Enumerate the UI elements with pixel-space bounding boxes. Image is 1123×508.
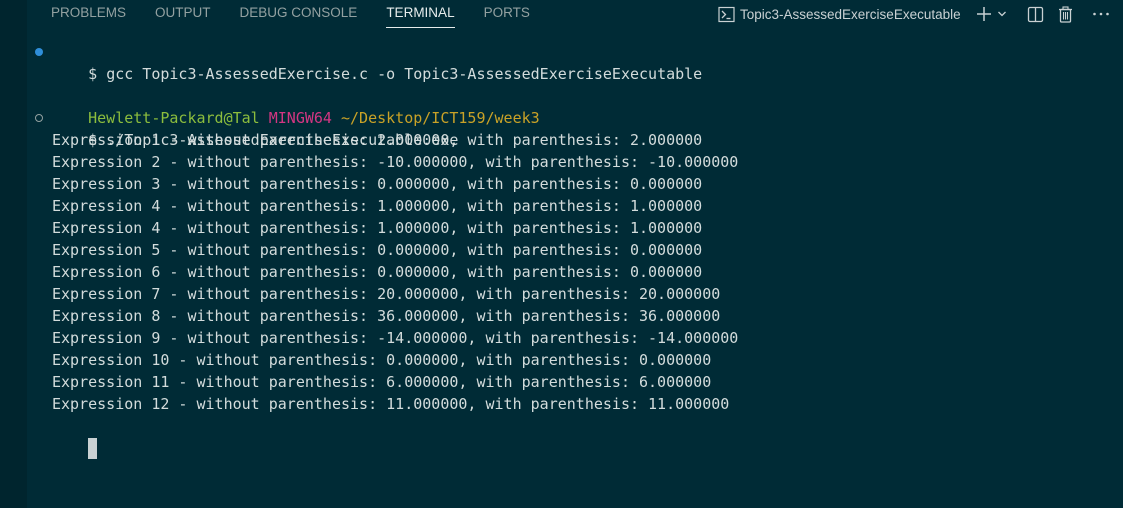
terminal-cursor	[88, 438, 98, 459]
command-pending-decoration[interactable]	[35, 114, 43, 122]
tab-output[interactable]: OUTPUT	[155, 0, 211, 27]
output-line: Expression 8 - without parenthesis: 36.0…	[52, 307, 721, 325]
split-terminal-icon	[1027, 6, 1044, 23]
output-line: Expression 1 - without parenthesis: 2.00…	[52, 131, 703, 149]
terminal-actions: Topic3-AssessedExerciseExecutable	[718, 0, 1110, 28]
tab-debug-console[interactable]: DEBUG CONSOLE	[240, 0, 358, 27]
output-line: Expression 6 - without parenthesis: 0.00…	[52, 263, 703, 281]
kill-terminal-button[interactable]	[1058, 5, 1073, 23]
output-line: Expression 5 - without parenthesis: 0.00…	[52, 241, 703, 259]
new-terminal-button[interactable]	[976, 6, 992, 22]
prompt-header: Hewlett-Packard@Tal MINGW64 ~/Desktop/IC…	[27, 85, 1123, 127]
output-line: Expression 11 - without parenthesis: 6.0…	[52, 373, 712, 391]
ellipsis-icon	[1092, 11, 1110, 17]
output-line: Expression 7 - without parenthesis: 20.0…	[52, 285, 721, 303]
tab-terminal[interactable]: TERMINAL	[386, 0, 455, 28]
command-line: $ gcc Topic3-AssessedExercise.c -o Topic…	[27, 41, 1123, 83]
panel-header: PROBLEMS OUTPUT DEBUG CONSOLE TERMINAL P…	[27, 0, 1123, 28]
terminal-instance-button[interactable]: Topic3-AssessedExerciseExecutable	[718, 6, 961, 23]
output-line: Expression 4 - without parenthesis: 1.00…	[52, 197, 703, 215]
trash-icon	[1058, 5, 1073, 23]
split-terminal-button[interactable]	[1027, 6, 1044, 23]
output-line: Expression 2 - without parenthesis: -10.…	[52, 153, 739, 171]
terminal-instance-name: Topic3-AssessedExerciseExecutable	[740, 6, 961, 22]
launch-profile-dropdown[interactable]	[997, 9, 1007, 19]
left-gutter	[0, 0, 27, 508]
output-line: Expression 12 - without parenthesis: 11.…	[52, 395, 730, 413]
output-line: Expression 3 - without parenthesis: 0.00…	[52, 175, 703, 193]
command-line: $ ./Topic3-AssessedExerciseExecutable.ex…	[27, 107, 1123, 149]
plus-icon	[976, 6, 992, 22]
panel-tabs: PROBLEMS OUTPUT DEBUG CONSOLE TERMINAL P…	[51, 0, 559, 28]
cursor-line	[27, 415, 1123, 459]
more-actions-button[interactable]	[1092, 11, 1110, 17]
tab-problems[interactable]: PROBLEMS	[51, 0, 126, 27]
output-line: Expression 10 - without parenthesis: 0.0…	[52, 351, 712, 369]
chevron-down-icon	[997, 9, 1007, 19]
command-success-decoration[interactable]	[35, 48, 43, 56]
tab-ports[interactable]: PORTS	[484, 0, 530, 27]
output-line: Expression 9 - without parenthesis: -14.…	[52, 329, 739, 347]
terminal-output[interactable]: $ gcc Topic3-AssessedExercise.c -o Topic…	[27, 41, 1123, 459]
output-line: Expression 4 - without parenthesis: 1.00…	[52, 219, 703, 237]
terminal-icon	[718, 6, 735, 23]
